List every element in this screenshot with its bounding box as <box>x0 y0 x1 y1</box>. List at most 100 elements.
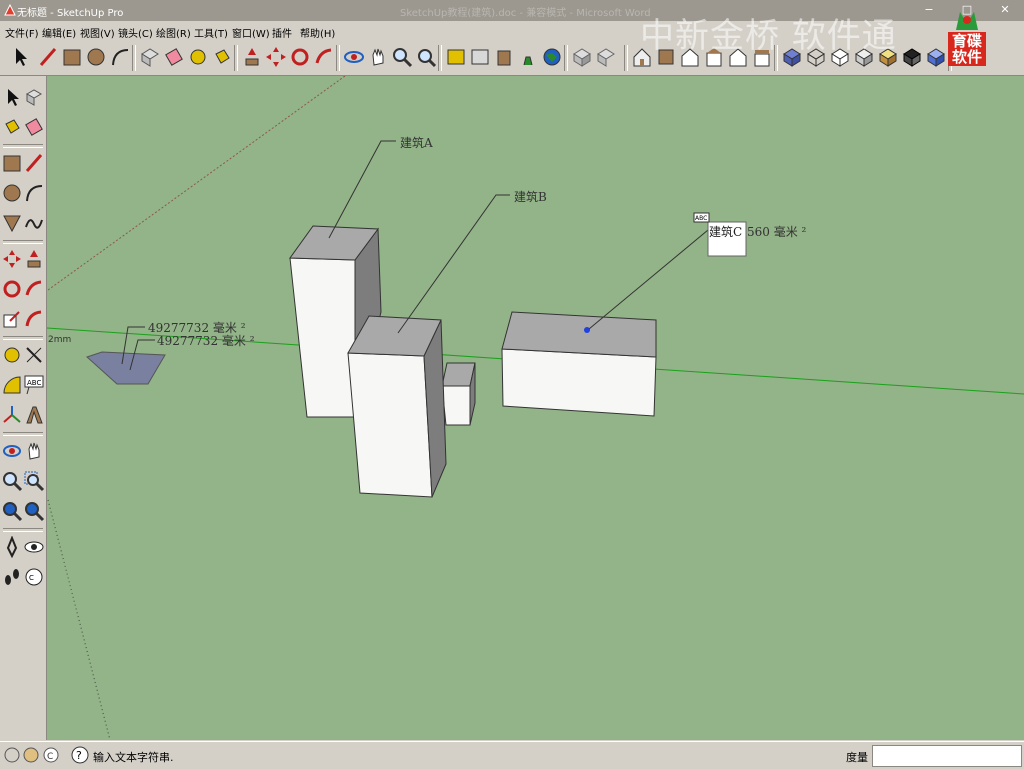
line-tool-icon[interactable] <box>23 152 45 174</box>
dimension-tool-icon[interactable] <box>23 344 45 366</box>
menu-view[interactable]: 视图(V) <box>80 25 115 40</box>
building-b[interactable] <box>347 315 447 498</box>
circle-tool-icon[interactable] <box>1 182 23 204</box>
monochrome-style-icon[interactable] <box>900 45 924 69</box>
rotate-tool-icon[interactable] <box>1 278 23 300</box>
modeling-viewport[interactable]: 建筑A 建筑B 建筑C 560 毫米 ² 49277732 毫米 ² 49277… <box>47 76 1024 740</box>
freehand-tool-icon[interactable] <box>23 212 45 234</box>
rectangle-tool-icon[interactable] <box>1 152 23 174</box>
move-icon[interactable] <box>264 45 288 69</box>
circle-icon[interactable] <box>84 45 108 69</box>
scale-tool-icon[interactable] <box>1 308 23 330</box>
left-toolbar: ABC C <box>0 76 47 740</box>
arc-tool-icon[interactable] <box>23 182 45 204</box>
leader-line-a <box>328 140 396 239</box>
geo-location-icon[interactable] <box>3 745 21 765</box>
menu-window[interactable]: 窗口(W) <box>232 25 270 40</box>
zoom-extents-icon[interactable] <box>414 45 438 69</box>
menu-help[interactable]: 帮助(H) <box>300 25 335 40</box>
orbit-icon[interactable] <box>342 45 366 69</box>
logo-text: 育碟软件 <box>948 32 986 66</box>
status-bar: C ? 输入文本字符串. 度量 <box>0 741 1024 769</box>
select-arrow-icon[interactable] <box>8 45 32 69</box>
svg-text:C: C <box>47 752 53 762</box>
building-a-label[interactable]: 建筑A <box>400 135 433 150</box>
eraser-icon[interactable] <box>162 45 186 69</box>
offset-tool-icon[interactable] <box>23 308 45 330</box>
pencil-icon[interactable] <box>36 45 60 69</box>
credits-icon[interactable] <box>22 745 40 765</box>
rotate-icon[interactable] <box>288 45 312 69</box>
svg-text:C: C <box>29 574 34 582</box>
menu-camera[interactable]: 镜头(C) <box>118 25 153 40</box>
text-tool-icon[interactable]: ABC <box>23 374 45 396</box>
paint-bucket-icon[interactable] <box>210 45 234 69</box>
position-camera-tool-icon[interactable] <box>1 536 23 558</box>
zoom-window-tool-icon[interactable] <box>23 470 45 492</box>
follow-me-icon[interactable] <box>312 45 336 69</box>
menu-file[interactable]: 文件(F) <box>5 25 39 40</box>
building-c[interactable] <box>501 311 657 417</box>
pan-icon[interactable] <box>366 45 390 69</box>
arc-icon[interactable] <box>108 45 132 69</box>
component-icon[interactable] <box>138 45 162 69</box>
eraser-tool-icon[interactable] <box>23 116 45 138</box>
scene-canvas[interactable]: 建筑A 建筑B 建筑C 560 毫米 ² 49277732 毫米 ² 49277… <box>47 76 1024 740</box>
previous-view-icon[interactable] <box>444 45 468 69</box>
copyright-icon[interactable]: C <box>42 745 60 765</box>
top-view-icon[interactable] <box>594 45 618 69</box>
rectangle-icon[interactable] <box>60 45 84 69</box>
blue-box-style-icon[interactable] <box>924 45 948 69</box>
select-tool-icon[interactable] <box>1 86 23 108</box>
zoom-tool-icon[interactable] <box>1 470 23 492</box>
background-window-title: SketchUp教程(建筑).doc - 兼容模式 - Microsoft Wo… <box>400 8 651 19</box>
push-pull-tool-icon[interactable] <box>23 248 45 270</box>
measurements-label: 度量 <box>846 751 868 764</box>
area-2-label[interactable]: 49277732 毫米 ² <box>157 333 255 348</box>
status-hint: 输入文本字符串. <box>93 751 174 764</box>
section-plane-tool-icon[interactable]: C <box>23 566 45 588</box>
help-icon[interactable]: ? <box>70 745 90 765</box>
measurements-input[interactable] <box>872 745 1022 767</box>
close-button[interactable]: ✕ <box>986 0 1024 21</box>
svg-text:?: ? <box>76 749 82 762</box>
make-component-tool-icon[interactable] <box>23 86 45 108</box>
look-around-tool-icon[interactable] <box>23 536 45 558</box>
green-axis-dotted <box>47 499 111 740</box>
iso-view-icon[interactable] <box>570 45 594 69</box>
walk-tool-icon[interactable] <box>1 566 23 588</box>
push-pull-icon[interactable] <box>240 45 264 69</box>
zoom-icon[interactable] <box>390 45 414 69</box>
axes-tool-icon[interactable] <box>1 404 23 426</box>
polygon-tool-icon[interactable] <box>1 212 23 234</box>
area-1-label[interactable]: 49277732 毫米 ² <box>148 320 246 335</box>
globe-icon[interactable] <box>540 45 564 69</box>
menu-plugins[interactable]: 插件 <box>272 25 292 40</box>
brand-logo: 育碟软件 <box>948 10 986 66</box>
logo-emblem-icon <box>956 12 978 30</box>
pan-tool-icon[interactable] <box>23 440 45 462</box>
menu-tools[interactable]: 工具(T) <box>194 25 228 40</box>
3d-text-tool-icon[interactable] <box>23 404 45 426</box>
follow-me-tool-icon[interactable] <box>23 278 45 300</box>
building-b-label[interactable]: 建筑B <box>514 189 547 204</box>
minimize-button[interactable]: − <box>910 0 948 21</box>
svg-text:ABC: ABC <box>695 215 707 222</box>
position-camera-icon[interactable] <box>492 45 516 69</box>
building-c-label[interactable]: 建筑C <box>709 224 742 239</box>
protractor-tool-icon[interactable] <box>1 374 23 396</box>
area-c-label[interactable]: 560 毫米 ² <box>747 224 807 239</box>
walk-icon[interactable] <box>516 45 540 69</box>
move-tool-icon[interactable] <box>1 248 23 270</box>
selected-polygon-face[interactable] <box>86 351 166 385</box>
previous-view-tool-icon[interactable] <box>23 500 45 522</box>
paint-bucket-tool-icon[interactable] <box>1 116 23 138</box>
tape-measure-tool-icon[interactable] <box>1 344 23 366</box>
tape-measure-icon[interactable] <box>186 45 210 69</box>
orbit-tool-icon[interactable] <box>1 440 23 462</box>
zoom-extents-tool-icon[interactable] <box>1 500 23 522</box>
next-view-icon[interactable] <box>468 45 492 69</box>
small-block[interactable] <box>441 362 476 426</box>
menu-draw[interactable]: 绘图(R) <box>156 25 191 40</box>
menu-edit[interactable]: 编辑(E) <box>42 25 76 40</box>
